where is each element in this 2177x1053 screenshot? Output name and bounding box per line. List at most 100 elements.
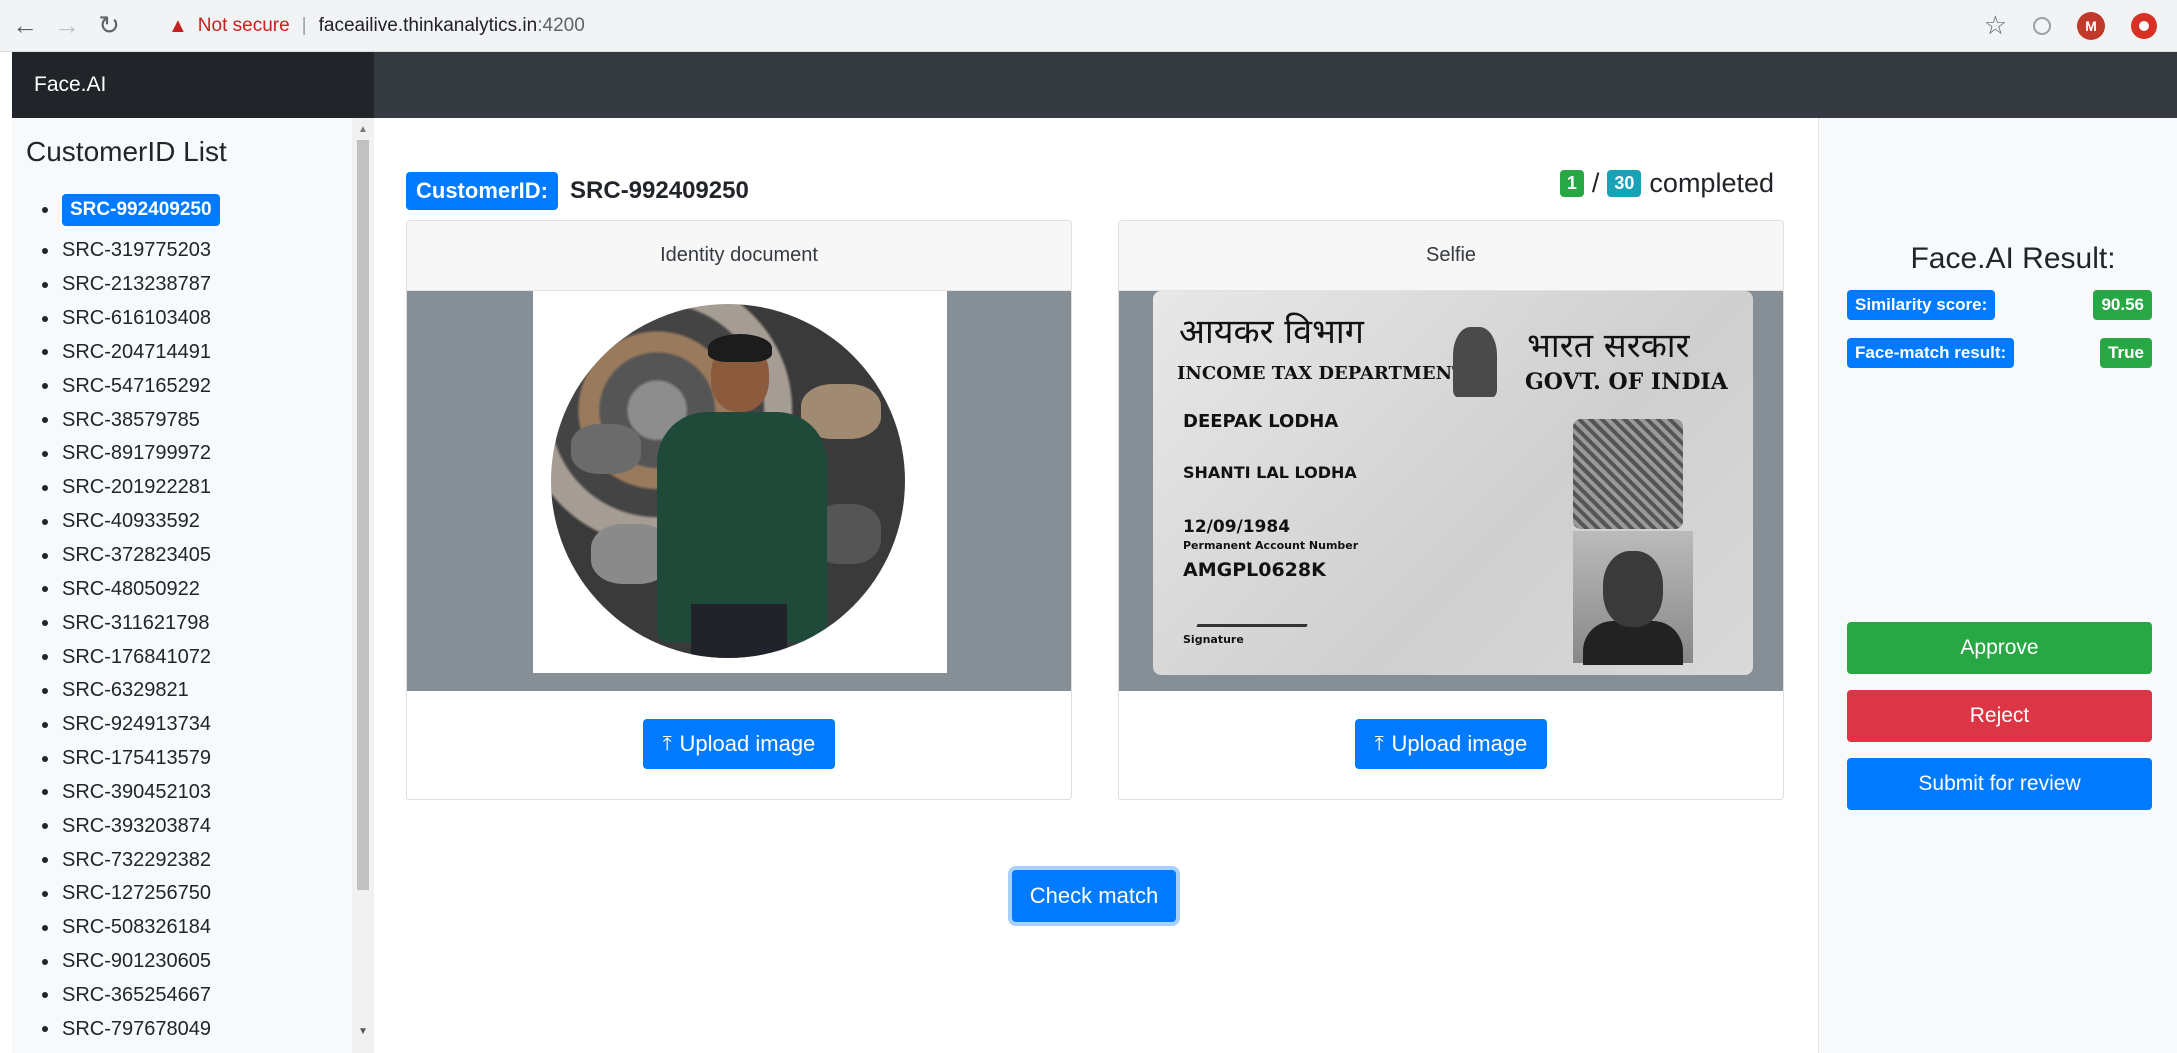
bullet-icon [42,789,48,796]
check-match-button[interactable]: Check match [1012,870,1176,922]
face-match-label: Face-match result: [1847,338,2015,368]
customer-item[interactable]: SRC-175413579 [42,742,220,776]
bullet-icon [42,247,48,254]
similarity-value: 90.56 [2093,290,2152,320]
similarity-row: Similarity score: 90.56 [1847,288,2152,322]
bullet-icon [42,281,48,288]
back-arrow-icon[interactable]: ← [8,9,42,43]
submit-review-button[interactable]: Submit for review [1847,758,2152,810]
url-port: :4200 [537,15,585,36]
emblem-icon [1453,327,1497,397]
upload-button-label: Upload image [1391,731,1528,756]
customer-item[interactable]: SRC-40933592 [42,505,220,539]
customer-item[interactable]: SRC-127256750 [42,877,220,911]
customer-item[interactable]: SRC-508326184 [42,911,220,945]
opera-extension-icon[interactable] [2131,12,2157,39]
customer-item[interactable]: SRC-213238787 [42,268,220,302]
pan-card-image: आयकर विभाग भारत सरकार INCOME TAX DEPARTM… [1153,291,1753,675]
customer-item[interactable]: SRC-38579785 [42,403,220,437]
profile-avatar[interactable]: M [2077,11,2105,40]
result-panel: Face.AI Result: Similarity score: 90.56 … [1818,118,2177,1053]
similarity-label: Similarity score: [1847,290,1996,320]
bullet-icon [42,484,48,491]
warning-icon: ▲ [168,14,188,37]
scroll-up-icon[interactable]: ▲ [358,124,368,135]
customer-item[interactable]: SRC-204714491 [42,336,220,370]
customer-id-label: SRC-547165292 [62,374,211,397]
customer-item[interactable]: SRC-547165292 [42,369,220,403]
portrait-circle [551,304,905,658]
card-signature-label: Signature [1183,633,1244,646]
customer-id-label: SRC-176841072 [62,645,211,668]
person-hair [708,334,772,362]
address-bar[interactable]: ▲ Not secure | faceailive.thinkanalytics… [168,8,2018,44]
customer-id-label: SRC-924913734 [62,713,211,736]
customer-id-label: SRC-319775203 [62,239,211,262]
selfie-card: Selfie आयकर विभाग भारत सरकार INCOME TAX … [1118,220,1784,800]
customer-id-label: SRC-616103408 [62,307,211,330]
customer-item[interactable]: SRC-924913734 [42,708,220,742]
identity-photo [533,291,947,673]
customer-id-label: SRC-393203874 [62,814,211,837]
forward-arrow-icon[interactable]: → [50,9,84,43]
card-govt: GOVT. OF INDIA [1525,369,1728,395]
customer-id-label: SRC-311621798 [62,611,210,634]
customer-item[interactable]: SRC-616103408 [42,302,220,336]
customer-item[interactable]: SRC-390452103 [42,776,220,810]
bullet-icon [42,890,48,897]
customer-header: CustomerID: SRC-992409250 [406,172,749,210]
customer-id-label: SRC-732292382 [62,848,211,871]
customer-id-label: SRC-175413579 [62,747,211,770]
bullet-icon [42,823,48,830]
browser-toolbar: ← → ↻ ▲ Not secure | faceailive.thinkana… [0,0,2177,52]
bookmark-star-icon[interactable]: ☆ [1984,10,2007,41]
card-name: DEEPAK LODHA [1183,411,1339,432]
card-dept: INCOME TAX DEPARTMENT [1177,363,1466,384]
customer-item[interactable]: SRC-732292382 [42,843,220,877]
selfie-card-header: Selfie [1119,221,1783,291]
scroll-thumb[interactable] [357,140,369,890]
customer-item[interactable]: SRC-372823405 [42,539,220,573]
customer-item[interactable]: SRC-891799972 [42,437,220,471]
brand-logo[interactable]: Face.AI [12,52,374,118]
customer-item-active[interactable]: SRC-992409250 [42,188,220,232]
customer-id-label: SRC-6329821 [62,679,189,702]
bullet-icon [42,450,48,457]
bullet-icon [42,958,48,965]
reject-button[interactable]: Reject [1847,690,2152,742]
card-photo-shoulders [1583,621,1683,665]
bullet-icon [42,721,48,728]
identity-card-footer: ⤒ Upload image [407,689,1071,799]
customer-id-badge: CustomerID: [406,172,559,210]
progress-counter: 1 / 30 completed [1559,168,1774,199]
customer-sidebar: CustomerID List SRC-992409250 SRC-319775… [12,118,374,1053]
customer-item[interactable]: SRC-901230605 [42,945,220,979]
total-count-badge: 30 [1607,170,1642,197]
customer-item[interactable]: SRC-201922281 [42,471,220,505]
customer-item[interactable]: SRC-311621798 [42,606,220,640]
scroll-down-icon[interactable]: ▼ [358,1026,368,1037]
customer-item[interactable]: SRC-6329821 [42,674,220,708]
customer-item[interactable]: SRC-365254667 [42,979,220,1013]
browser-actions: ☆ M [1984,10,2157,41]
customer-item[interactable]: SRC-319775203 [42,234,220,268]
customer-id-label: SRC-901230605 [62,950,211,973]
card-hindi-right: भारत सरकार [1527,326,1690,366]
customer-item[interactable]: SRC-393203874 [42,809,220,843]
identity-upload-button[interactable]: ⤒ Upload image [642,719,836,769]
customer-item[interactable]: SRC-176841072 [42,640,220,674]
reload-icon[interactable]: ↻ [92,9,126,43]
approve-button[interactable]: Approve [1847,622,2152,674]
customer-item[interactable]: SRC-48050922 [42,572,220,606]
bullet-icon [42,992,48,999]
progress-separator: / [1591,168,1600,198]
selfie-upload-button[interactable]: ⤒ Upload image [1354,719,1548,769]
bullet-icon [42,687,48,694]
extension-circle-icon[interactable] [2033,16,2051,35]
bullet-icon [42,1026,48,1033]
bullet-icon [42,207,48,213]
sidebar-scrollbar[interactable]: ▲ ▼ [352,118,374,1053]
card-hindi-left: आयकर विभाग [1179,312,1364,352]
customer-id-label: SRC-372823405 [62,544,211,567]
customer-item[interactable]: SRC-797678049 [42,1012,220,1046]
